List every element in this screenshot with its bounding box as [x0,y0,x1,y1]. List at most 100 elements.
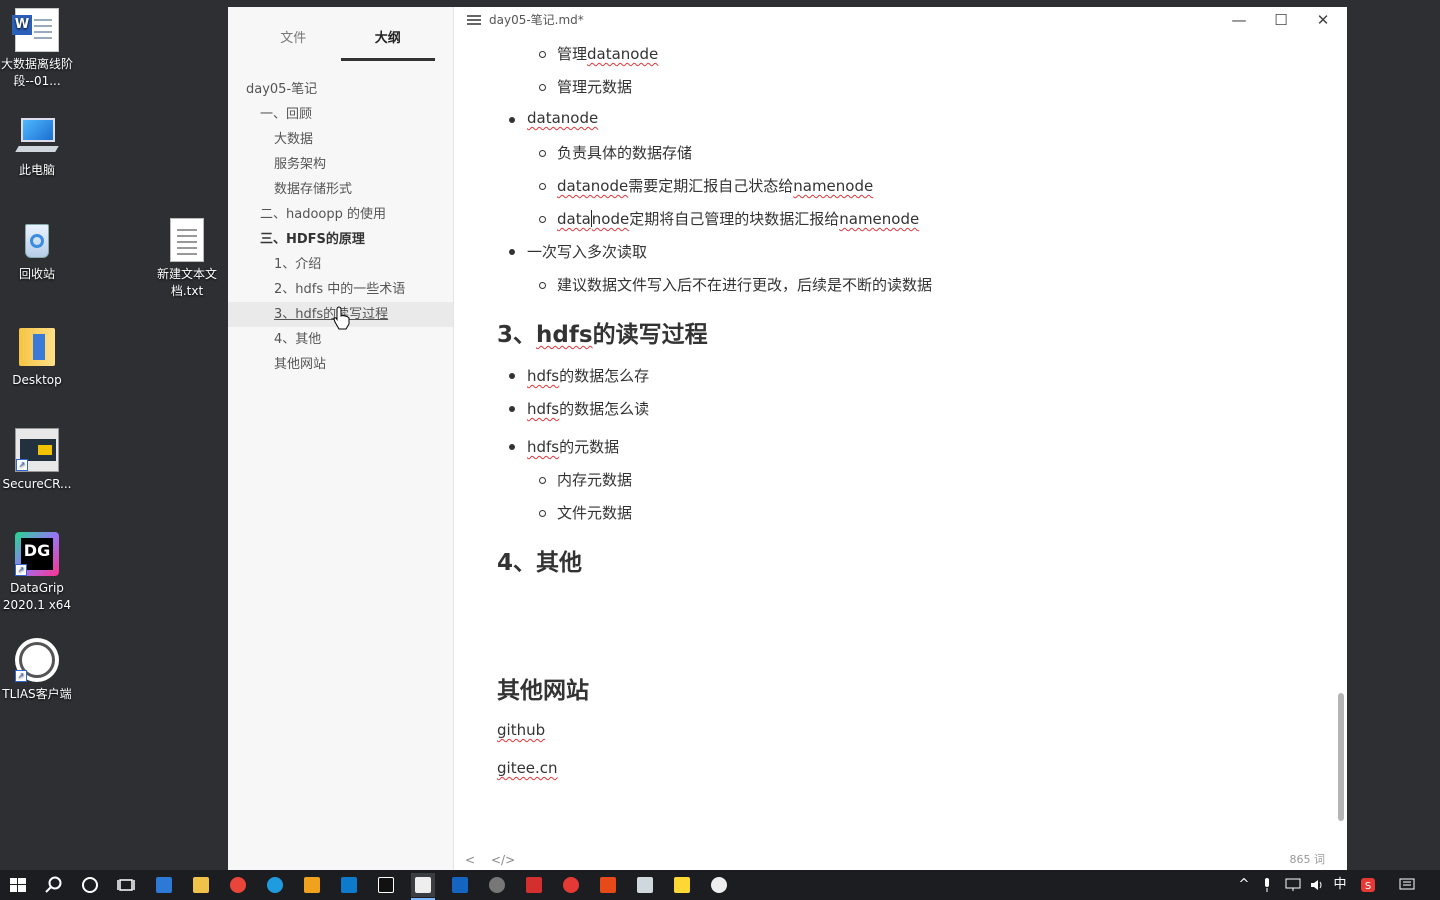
toggle-sidebar-button[interactable]: < [465,853,475,867]
taskbar-app[interactable] [226,873,250,897]
taskbar-app[interactable] [448,873,472,897]
task-view-button[interactable] [114,873,138,897]
taskbar-app[interactable] [263,873,287,897]
taskbar-app[interactable] [596,873,620,897]
desktop-icon-label: SecureCR... [2,477,72,491]
notification-icon[interactable] [1396,870,1418,900]
desktop-icon-label: 新建文本文档.txt [156,267,217,298]
outline-item[interactable]: day05-笔记 [228,77,453,102]
desktop-icon-label: 此电脑 [18,163,55,177]
taskbar-app[interactable] [337,873,361,897]
list-item: datanode需要定期汇报自己状态给namenode [497,175,873,196]
taskbar-app[interactable] [374,873,398,897]
file-explorer-icon [193,877,209,893]
cortana-button[interactable] [78,873,102,897]
editor-scrollbar[interactable] [1338,693,1344,821]
windows-icon [10,878,26,892]
notepad-icon [674,877,690,893]
search-icon [45,876,62,893]
this-pc-icon [15,114,59,158]
sogou-ime-icon[interactable]: S [1358,870,1378,900]
close-button[interactable]: ✕ [1303,9,1343,31]
recycle-bin-icon [15,218,59,262]
list-item: 文件元数据 [497,502,632,523]
desktop-icon-tlias[interactable]: ↗ TLIAS客户端 [0,638,74,703]
desktop-icon-label: 大数据离线阶段--01... [0,57,73,88]
taskbar-app[interactable] [633,873,657,897]
heading-other: 4、其他 [497,550,583,576]
start-button[interactable] [6,873,30,897]
desktop-icon-this-pc[interactable]: 此电脑 [0,114,74,179]
taskbar-app[interactable] [670,873,694,897]
securecrt-icon: ↗ [15,428,59,472]
app-icon [304,877,320,893]
tab-files[interactable]: 文件 [246,27,341,61]
list-item: hdfs的数据怎么读 [497,398,649,419]
taskbar-app[interactable] [152,873,176,897]
volume-icon[interactable] [1308,870,1326,900]
taskbar-app[interactable] [707,873,731,897]
outline-item[interactable]: 2、hdfs 中的一些术语 [228,277,453,302]
cortana-icon [82,877,98,893]
taskbar-app[interactable] [522,873,546,897]
outline-item[interactable]: 大数据 [228,127,453,152]
desktop-icon-word-doc[interactable]: W 大数据离线阶段--01... [0,8,74,90]
desktop-icon-securecrt[interactable]: ↗ SecureCR... [0,428,74,493]
app-icon [711,877,727,893]
app-icon [637,877,653,893]
taskbar-app[interactable] [485,873,509,897]
desktop-icon-datagrip[interactable]: DG ↗ DataGrip 2020.1 x64 [0,532,74,614]
word-doc-icon: W [12,8,59,52]
store-icon [156,877,172,893]
microphone-icon[interactable] [1260,870,1274,900]
outline-item[interactable]: 数据存储形式 [228,177,453,202]
typora-icon [415,877,431,893]
list-item: hdfs的元数据 [497,436,619,457]
desktop-icon-label: DataGrip 2020.1 x64 [2,581,72,612]
desktop-icon-text-file[interactable]: 新建文本文档.txt [150,218,224,300]
outline-item[interactable]: 服务架构 [228,152,453,177]
outline-item[interactable]: 4、其他 [228,327,453,352]
desktop-icon-desktop-folder[interactable]: Desktop [0,324,74,389]
text-file-icon [170,218,204,262]
list-item: 建议数据文件写入后不在进行更改，后续是不断的读数据 [497,274,932,295]
ime-indicator[interactable]: 中 [1332,870,1348,900]
link-gitee[interactable]: gitee.cn [497,759,558,777]
app-icon [452,877,468,893]
tab-outline[interactable]: 大纲 [340,27,435,61]
desktop-icon-recycle-bin[interactable]: 回收站 [0,218,74,283]
taskbar-app[interactable] [300,873,324,897]
taskbar-app-typora-active[interactable] [411,873,435,900]
app-icon [563,877,579,893]
network-icon[interactable] [1284,870,1302,900]
tray-overflow-button[interactable]: ^ [1236,870,1252,900]
outline-item[interactable]: 其他网站 [228,352,453,377]
hand-cursor-icon [333,306,350,330]
maximize-button[interactable]: ☐ [1261,9,1301,31]
menu-icon[interactable] [467,15,481,17]
link-github[interactable]: github [497,721,545,739]
pycharm-icon [378,877,394,893]
wps-icon [526,877,542,893]
search-button[interactable] [42,873,66,897]
list-item-with-caret: datanode定期将自己管理的块数据汇报给namenode [497,208,919,229]
taskbar-app[interactable] [189,873,213,897]
taskbar-app[interactable] [559,873,583,897]
sidebar-tabs: 文件 大纲 [246,27,435,61]
task-view-icon [117,879,135,891]
list-item: datanode [497,109,598,127]
outline-item[interactable]: 1、介绍 [228,252,453,277]
word-count[interactable]: 865 词 [1290,851,1326,867]
outline-item-active-section[interactable]: 三、HDFS的原理 [228,227,453,252]
outline-item[interactable]: 一、回顾 [228,102,453,127]
minimize-button[interactable]: — [1219,9,1259,31]
title-bar: day05-笔记.md* — ☐ ✕ [455,7,1347,33]
source-mode-button[interactable]: </> [491,853,515,867]
list-item: 负责具体的数据存储 [497,142,692,163]
outline-item[interactable]: 二、hadoopp 的使用 [228,202,453,227]
sidebar: 文件 大纲 day05-笔记 一、回顾 大数据 服务架构 数据存储形式 二、ha… [228,7,454,870]
gear-icon [489,877,505,893]
typora-window: 文件 大纲 day05-笔记 一、回顾 大数据 服务架构 数据存储形式 二、ha… [228,7,1347,870]
heading-read-write: 3、hdfs的读写过程 [497,322,708,348]
edge-icon [267,877,283,893]
